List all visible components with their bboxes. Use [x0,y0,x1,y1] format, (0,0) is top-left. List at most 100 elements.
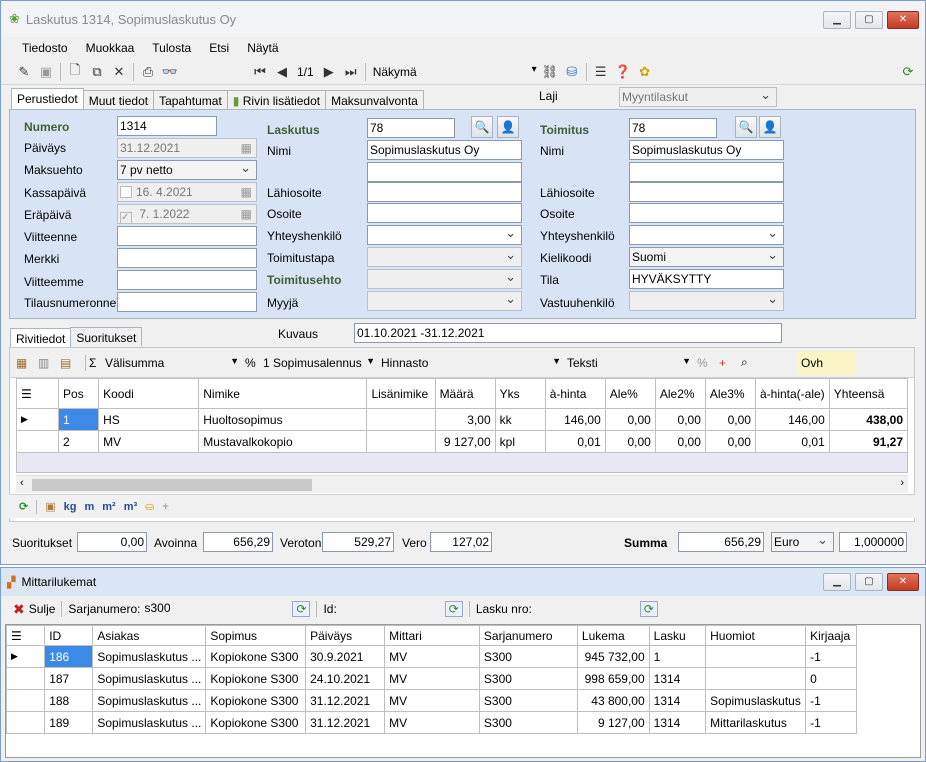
search-customer-icon[interactable]: 🔍 [471,116,493,138]
cell-yks[interactable]: kk [494,408,546,431]
cell-sopimus[interactable]: Kopiokone S300 [205,689,307,712]
save-icon[interactable]: ▣ [35,62,57,82]
percent-icon[interactable]: % [245,356,263,370]
meter-minimize-button[interactable]: ▁ [823,573,851,591]
col-id[interactable]: ID [44,625,94,646]
maksuehto-select[interactable]: 7 pv netto [117,160,257,180]
m-icon[interactable]: m [84,501,94,513]
cell-mittari[interactable]: MV [384,667,480,690]
cell-yhteensa[interactable]: 438,00 [828,408,909,431]
scroll-thumb[interactable] [32,479,312,491]
copy-icon[interactable]: ⧉ [86,62,108,82]
rows-icon[interactable]: ▦ [16,356,38,370]
kuvaus-field[interactable]: 01.10.2021 -31.12.2021 [354,323,782,343]
col-a-hinta-ale[interactable]: à-hinta(-ale) [754,378,830,409]
toimitus-osoite-field[interactable] [629,203,784,223]
tab-tapahtumat[interactable]: Tapahtumat [153,90,228,109]
cell-kirjaaja[interactable]: 0 [805,667,857,690]
tab-perustiedot[interactable]: Perustiedot [11,88,84,110]
table-row[interactable]: 189 Sopimuslaskutus ... Kopiokone S300 3… [5,711,857,734]
col-koodi[interactable]: Koodi [98,378,200,409]
id-field[interactable] [337,600,445,618]
col-mittari[interactable]: Mittari [384,625,480,646]
list-icon[interactable]: ☰ [590,62,612,82]
currency-select[interactable]: Euro [771,532,834,552]
cell-ale[interactable]: 0,00 [604,408,656,431]
cell-yks[interactable]: kpl [494,430,546,453]
cell-lukema[interactable]: 945 732,00 [576,645,650,668]
cell-lisanimike[interactable] [366,408,436,431]
cell-a-hinta-ale[interactable]: 146,00 [754,408,830,431]
cell-sarjanumero[interactable]: S300 [478,689,578,712]
cell-ale3[interactable]: 0,00 [704,430,756,453]
row-selector[interactable] [15,430,60,453]
view-select[interactable]: ▾ [421,62,539,82]
calendar-icon[interactable]: ▦ [241,141,252,155]
col-sarjanumero[interactable]: Sarjanumero [478,625,578,646]
cell-a-hinta-ale[interactable]: 0,01 [754,430,830,453]
cell-paivays[interactable]: 30.9.2021 [305,645,386,668]
search-icon[interactable]: ⌕ [741,355,797,370]
cell-ale[interactable]: 0,00 [604,430,656,453]
cell-pos[interactable]: 2 [58,430,100,453]
table-row[interactable]: ▶ 186 Sopimuslaskutus ... Kopiokone S300… [5,645,857,668]
cell-koodi[interactable]: HS [98,408,200,431]
cell-paivays[interactable]: 31.12.2021 [305,711,386,734]
sulje-button[interactable]: Sulje [29,602,56,616]
cell-lasku[interactable]: 1314 [648,689,707,712]
sum-icon[interactable]: Σ [89,356,105,370]
col-asiakas[interactable]: Asiakas [92,625,207,646]
cell-mittari[interactable]: MV [384,689,480,712]
cell-lasku[interactable]: 1314 [648,711,707,734]
tab-maksunvalvonta[interactable]: Maksunvalvonta [325,90,424,109]
maximize-button[interactable]: ▢ [855,11,883,29]
cell-kirjaaja[interactable]: -1 [805,711,857,734]
rows2-icon[interactable]: ▥ [38,356,60,370]
cell-kirjaaja[interactable]: -1 [805,645,857,668]
find-icon[interactable]: 👓 [159,62,181,82]
search-delivery-icon[interactable]: 🔍 [735,116,757,138]
col-maara[interactable]: Määrä [434,378,496,409]
horizontal-scrollbar[interactable]: ‹ › [16,475,908,493]
cell-asiakas[interactable]: Sopimuslaskutus ... [92,645,207,668]
paivays-field[interactable]: 31.12.2021 ▦ [117,138,257,158]
coins-icon[interactable]: ⛀ [145,500,154,513]
scroll-right-icon[interactable]: › [900,477,904,489]
refresh-icon[interactable]: ⟳ [897,62,919,82]
delivery-card-icon[interactable]: 👤 [759,116,781,138]
laskutus-yhteyshenkilo-select[interactable] [367,225,522,245]
vastuuhenkilo-select[interactable] [629,291,784,311]
cell-pos[interactable]: 1 [58,408,100,431]
row-selector-icon[interactable]: ▶ [15,408,60,431]
close-button[interactable]: ✕ [887,11,919,29]
new-row[interactable] [16,452,908,473]
cell-kirjaaja[interactable]: -1 [805,689,857,712]
menu-etsi[interactable]: Etsi [200,41,238,55]
cell-asiakas[interactable]: Sopimuslaskutus ... [92,711,207,734]
laskutus-nimi2-field[interactable] [367,162,522,182]
cell-a-hinta[interactable]: 146,00 [544,408,606,431]
col-yks[interactable]: Yks [494,378,546,409]
scroll-left-icon[interactable]: ‹ [20,477,24,489]
cell-paivays[interactable]: 24.10.2021 [305,667,386,690]
toimitus-nimi-field[interactable]: Sopimuslaskutus Oy [629,140,784,160]
cell-lukema[interactable]: 9 127,00 [576,711,650,734]
col-ale3[interactable]: Ale3% [704,378,756,409]
cell-sarjanumero[interactable]: S300 [478,667,578,690]
table-row[interactable]: ▶ 1 HS Huoltosopimus 3,00 kk 146,00 0,00… [15,408,909,431]
col-lasku[interactable]: Lasku [648,625,707,646]
col-yhteensa[interactable]: Yhteensä [828,378,909,409]
lasku-nro-field[interactable] [532,600,640,618]
minimize-button[interactable]: ▁ [823,11,851,29]
cell-id[interactable]: 187 [44,667,94,690]
tila-field[interactable]: HYVÄKSYTTY [629,269,784,289]
m2-icon[interactable]: m² [102,501,115,513]
id-refresh-icon[interactable]: ⟳ [444,601,463,617]
cell-ale2[interactable]: 0,00 [654,408,706,431]
sarjanumero-field[interactable]: s300 [142,600,292,618]
cell-lukema[interactable]: 998 659,00 [576,667,650,690]
cell-lukema[interactable]: 43 800,00 [576,689,650,712]
merkki-field[interactable] [117,248,257,268]
first-record-icon[interactable]: ⏮ [249,62,271,82]
cell-nimike[interactable]: Huoltosopimus [198,408,368,431]
